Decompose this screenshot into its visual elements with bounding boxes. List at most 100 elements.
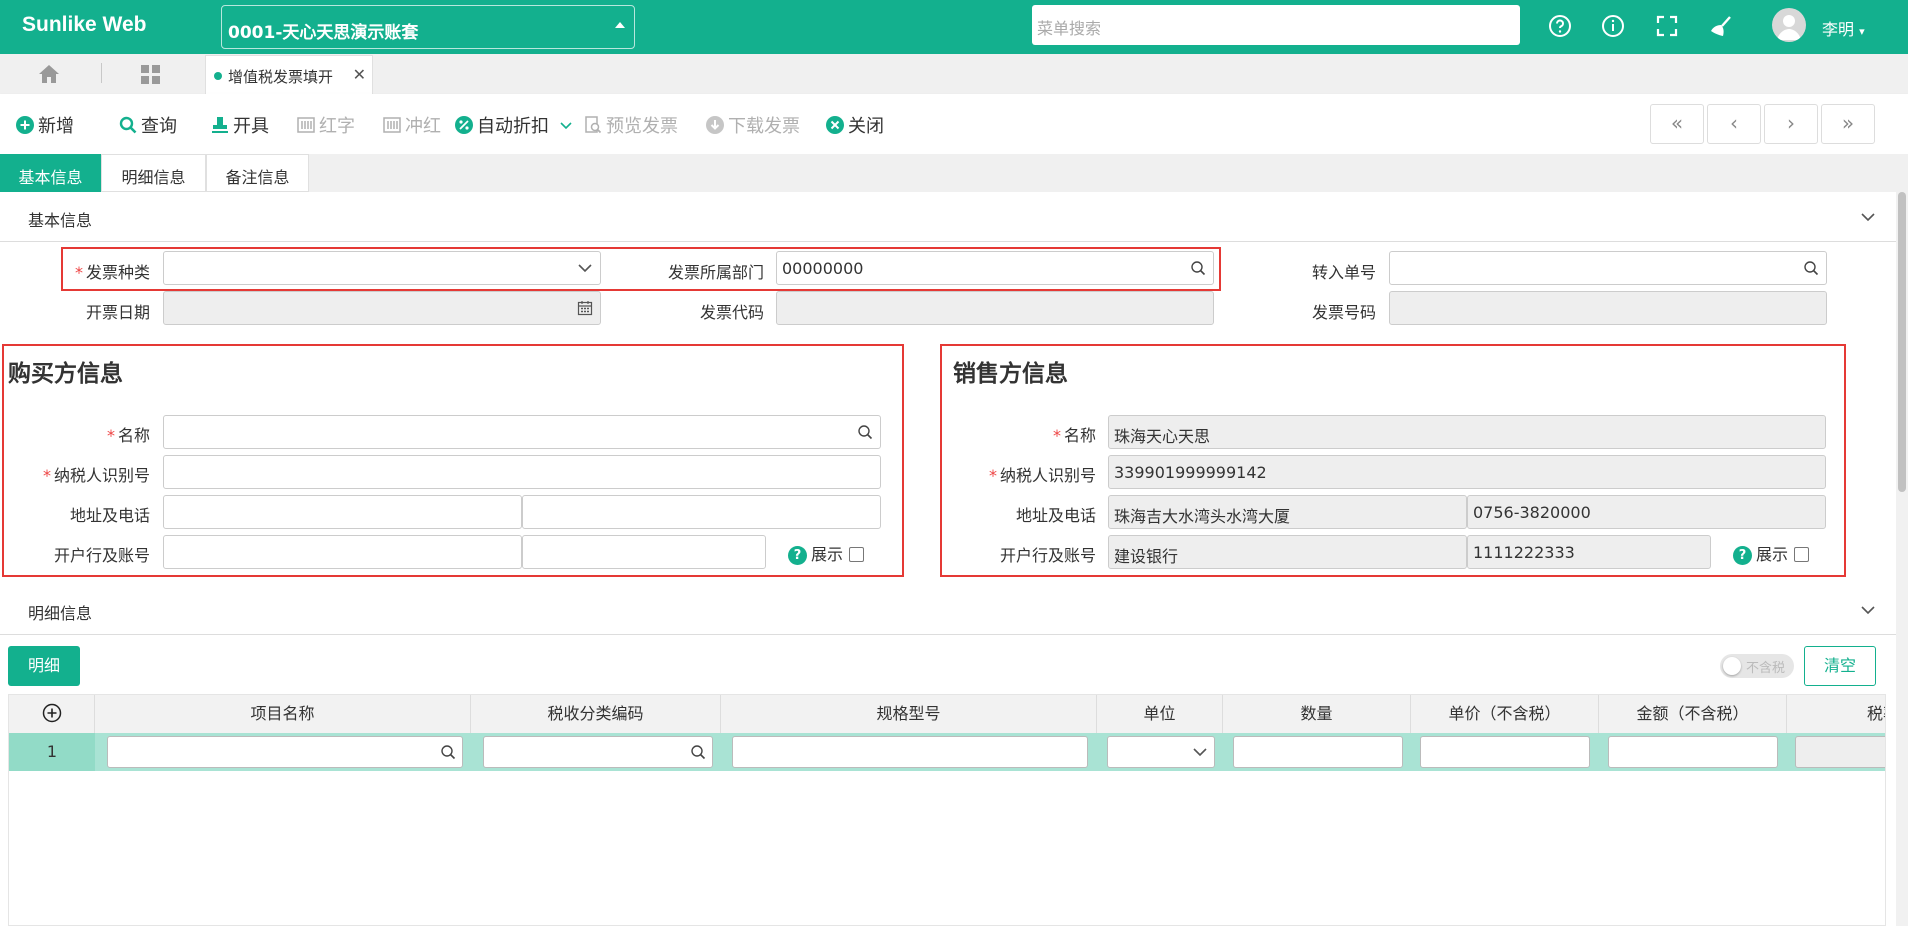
table-row[interactable]: 1	[9, 733, 1885, 771]
buyer-address-label: 地址及电话	[69, 506, 150, 525]
offset-button[interactable]: 冲红	[383, 112, 441, 138]
show-checkbox[interactable]	[1794, 547, 1810, 562]
buyer-title: 购买方信息	[8, 361, 123, 387]
chevron-down-icon	[578, 264, 592, 273]
column-header: 规格型号	[721, 695, 1097, 733]
user-name: 李明	[1822, 20, 1855, 39]
dept-input[interactable]: 00000000	[776, 251, 1214, 285]
tax-code-cell[interactable]	[483, 736, 713, 768]
search-icon[interactable]	[1803, 260, 1819, 276]
tab-remark-info[interactable]: 备注信息	[206, 154, 309, 192]
seller-account-input[interactable]: 1111222333	[1467, 535, 1711, 569]
help-icon: ?	[1733, 546, 1752, 565]
page-scrollbar[interactable]	[1896, 192, 1908, 926]
section-tabs: 基本信息 明细信息 备注信息	[0, 154, 1908, 192]
scrollbar-thumb[interactable]	[1898, 192, 1906, 492]
buyer-show-toggle[interactable]: ? 展示	[788, 541, 865, 565]
buyer-bank-input[interactable]	[163, 535, 522, 569]
search-icon[interactable]	[440, 744, 456, 760]
seller-bank-input[interactable]: 建设银行	[1108, 535, 1467, 569]
number-input[interactable]	[1389, 291, 1827, 325]
seller-name-input[interactable]: 珠海天心天思	[1108, 415, 1826, 449]
account-selector[interactable]: 0001-天心天思演示账套	[221, 5, 635, 49]
unit-price-cell[interactable]	[1420, 736, 1590, 768]
next-record-button[interactable]: ›	[1764, 104, 1818, 144]
buyer-account-input[interactable]	[522, 535, 766, 569]
search-icon[interactable]	[690, 744, 706, 760]
amount-cell[interactable]	[1608, 736, 1778, 768]
dept-label: 发票所属部门	[667, 263, 764, 282]
basic-info-header[interactable]: 基本信息	[0, 192, 1896, 242]
preview-invoice-button[interactable]: 预览发票	[584, 112, 678, 138]
code-input[interactable]	[776, 291, 1214, 325]
unit-select-cell[interactable]	[1107, 736, 1215, 768]
tab-vat-invoice[interactable]: 增值税发票填开 ✕	[205, 55, 373, 94]
info-icon[interactable]	[1601, 14, 1627, 40]
calendar-icon[interactable]	[577, 300, 593, 316]
add-row-button[interactable]	[9, 695, 95, 733]
last-record-button[interactable]: »	[1821, 104, 1875, 144]
show-checkbox[interactable]	[849, 547, 865, 562]
spec-cell[interactable]	[732, 736, 1088, 768]
download-icon	[706, 116, 724, 134]
show-label: 展示	[811, 545, 844, 564]
section-title: 明细信息	[28, 604, 93, 623]
home-icon[interactable]	[38, 64, 60, 88]
detail-button[interactable]: 明细	[8, 646, 80, 686]
prev-record-button[interactable]: ‹	[1707, 104, 1761, 144]
seller-address-input[interactable]: 珠海吉大水湾头水湾大厦	[1108, 495, 1467, 529]
stamp-icon	[212, 117, 228, 133]
search-icon[interactable]	[1190, 260, 1206, 276]
detail-info-header[interactable]: 明细信息	[0, 585, 1896, 635]
help-icon: ?	[788, 546, 807, 565]
chevron-down-icon	[560, 122, 572, 130]
quantity-cell[interactable]	[1233, 736, 1403, 768]
buyer-phone-input[interactable]	[522, 495, 881, 529]
user-menu[interactable]: 李明 ▾	[1822, 16, 1865, 40]
red-letter-button[interactable]: 红字	[297, 112, 355, 138]
table-header: 项目名称 税收分类编码 规格型号 单位 数量 单价（不含税） 金额（不含税） 税…	[9, 695, 1885, 733]
buyer-address-input[interactable]	[163, 495, 522, 529]
caret-up-icon	[615, 22, 625, 28]
discount-icon	[455, 116, 473, 134]
tab-detail-info[interactable]: 明细信息	[101, 154, 206, 192]
invoice-type-select[interactable]	[163, 251, 601, 285]
column-header: 数量	[1223, 695, 1411, 733]
close-tab-icon[interactable]: ✕	[353, 65, 366, 84]
seller-bank-label: 开户行及账号	[999, 546, 1096, 565]
fullscreen-icon[interactable]	[1655, 14, 1681, 40]
item-name-cell[interactable]	[107, 736, 463, 768]
buyer-bank-label: 开户行及账号	[53, 546, 150, 565]
query-button[interactable]: 查询	[119, 112, 177, 138]
clean-brush-icon[interactable]	[1708, 14, 1734, 40]
buyer-taxid-input[interactable]	[163, 455, 881, 489]
column-header: 单价（不含税）	[1411, 695, 1599, 733]
new-button[interactable]: 新增	[16, 112, 74, 138]
app-logo: Sunlike Web	[22, 13, 147, 36]
tax-exclusive-toggle[interactable]: 不含税	[1720, 654, 1794, 678]
menu-search-input[interactable]: 菜单搜索	[1032, 5, 1520, 45]
seller-phone-input[interactable]: 0756-3820000	[1467, 495, 1826, 529]
close-button[interactable]: 关闭	[826, 112, 884, 138]
chevron-down-icon	[1861, 606, 1875, 615]
help-icon[interactable]	[1548, 14, 1574, 40]
search-icon[interactable]	[857, 424, 873, 440]
column-header: 项目名称	[95, 695, 471, 733]
seller-show-toggle[interactable]: ? 展示	[1733, 541, 1810, 565]
download-invoice-button[interactable]: 下载发票	[706, 112, 800, 138]
seller-taxid-input[interactable]: 339901999999142	[1108, 455, 1826, 489]
first-record-button[interactable]: «	[1650, 104, 1704, 144]
issue-button[interactable]: 开具	[211, 112, 269, 138]
clear-button[interactable]: 清空	[1804, 646, 1876, 686]
user-avatar[interactable]	[1772, 8, 1806, 42]
buyer-name-input[interactable]	[163, 415, 881, 449]
code-label: 发票代码	[699, 303, 764, 322]
tab-basic-info[interactable]: 基本信息	[0, 154, 101, 192]
transfer-input[interactable]	[1389, 251, 1827, 285]
tax-rate-cell[interactable]	[1795, 736, 1885, 768]
apps-grid-icon[interactable]	[140, 64, 162, 90]
auto-discount-button[interactable]: 自动折扣	[455, 112, 573, 138]
row-number: 1	[9, 733, 95, 771]
plus-circle-icon	[42, 703, 61, 723]
date-input[interactable]	[163, 291, 601, 325]
